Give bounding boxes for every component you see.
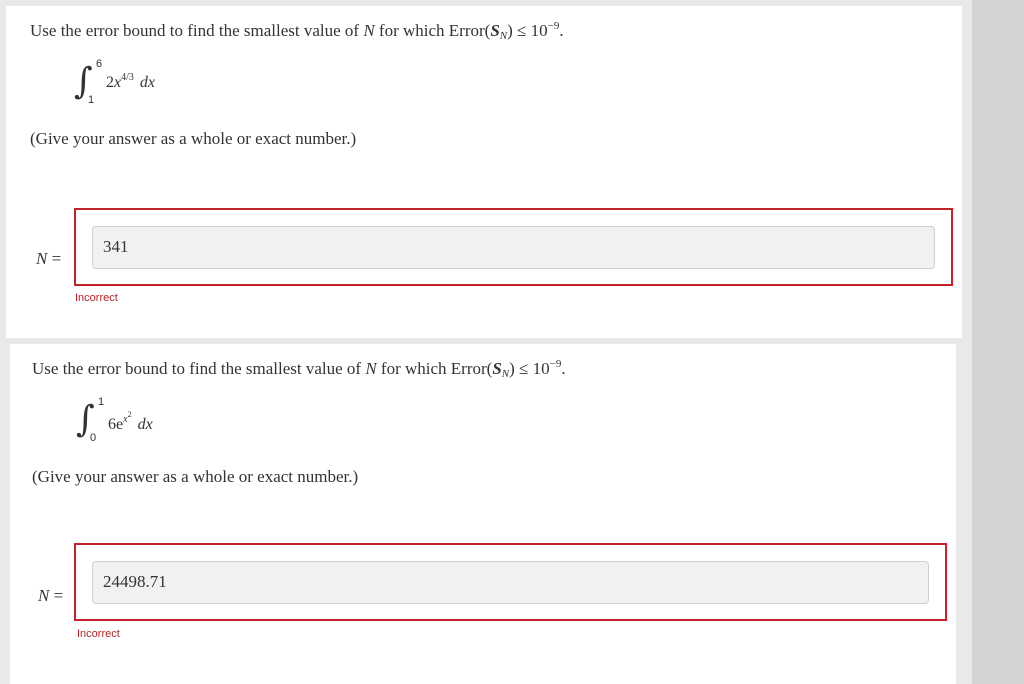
integrand: 6ex2dx [108,410,153,433]
answer-label: N = [38,586,64,605]
answer-container: 341 [74,208,953,286]
answer-hint: (Give your answer as a whole or exact nu… [30,129,357,148]
question-card-1: Use the error bound to find the smallest… [6,6,962,338]
upper-limit: 1 [98,396,105,408]
answer-label: N = [36,249,62,268]
lower-limit: 1 [88,94,95,106]
answer-input[interactable]: 341 [92,226,935,269]
status-incorrect: Incorrect [75,292,118,304]
answer-input[interactable]: 24498.71 [92,561,929,604]
question-card-2: Use the error bound to find the smallest… [10,344,956,684]
question-prompt: Use the error bound to find the smallest… [30,20,564,42]
answer-container: 24498.71 [74,543,947,621]
integral-expression: ∫ 1 0 6ex2dx [76,396,226,452]
integrand: 2x4/3 dx [106,72,155,91]
integral-expression: ∫ 6 1 2x4/3 dx [74,58,224,114]
status-incorrect: Incorrect [77,628,120,640]
question-prompt: Use the error bound to find the smallest… [32,358,566,380]
lower-limit: 0 [90,432,97,444]
answer-hint: (Give your answer as a whole or exact nu… [32,467,359,486]
scrollbar-track[interactable] [972,0,1024,684]
upper-limit: 6 [96,58,103,70]
